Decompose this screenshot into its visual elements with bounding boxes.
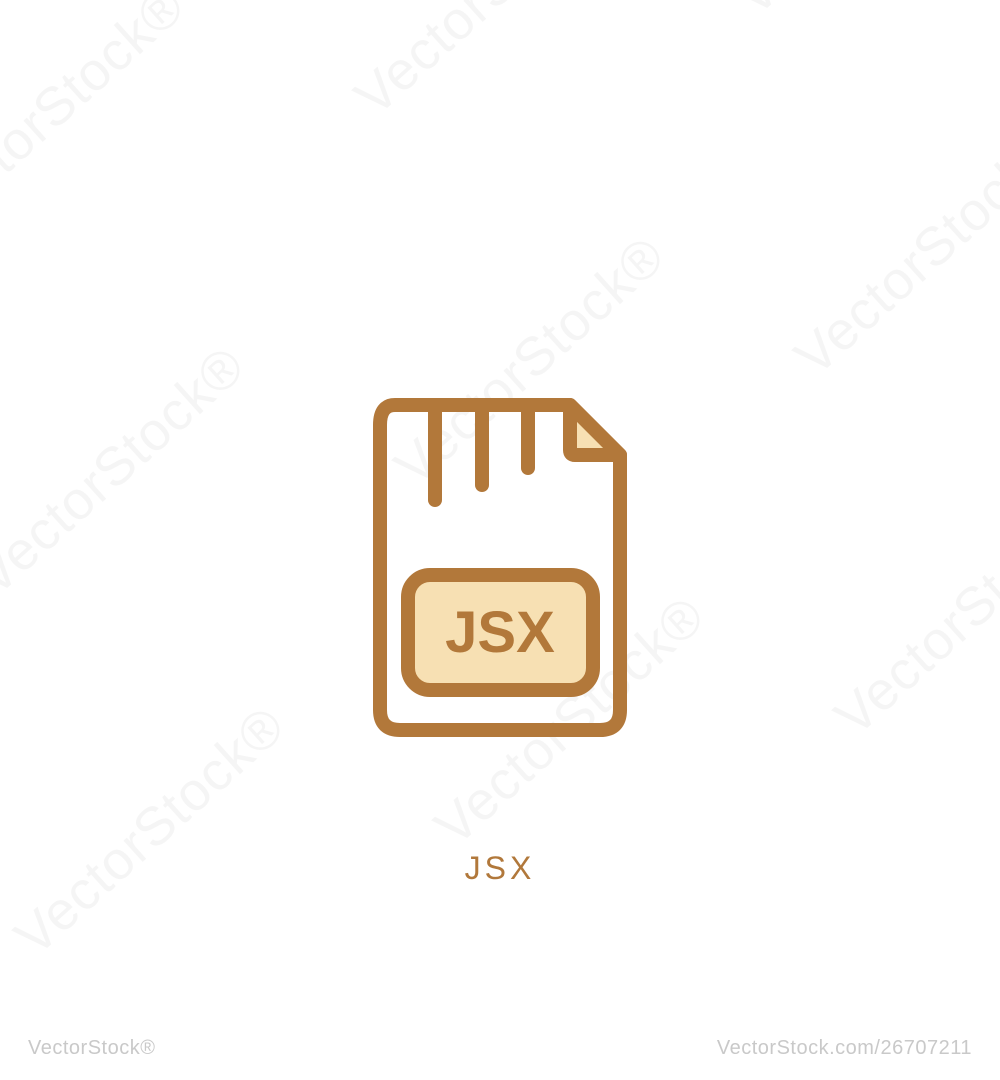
watermark-diagonal: VectorStock® [0, 0, 197, 248]
watermark-diagonal: VectorStock® [3, 694, 297, 968]
watermark-diagonal: VectorStock® [823, 474, 1000, 748]
svg-text:JSX: JSX [445, 600, 555, 665]
icon-caption: JSX [465, 850, 536, 887]
watermark-diagonal: VectorStock® [783, 114, 1000, 388]
watermark-attribution: VectorStock.com/26707211 [717, 1037, 972, 1060]
jsx-file-icon: JSX [360, 390, 640, 740]
watermark-diagonal: VectorStock® [0, 334, 257, 608]
watermark-diagonal: VectorStock® [343, 0, 637, 128]
watermark-diagonal: VectorStock® [723, 0, 1000, 28]
watermark-brand: VectorStock® [28, 1037, 155, 1060]
